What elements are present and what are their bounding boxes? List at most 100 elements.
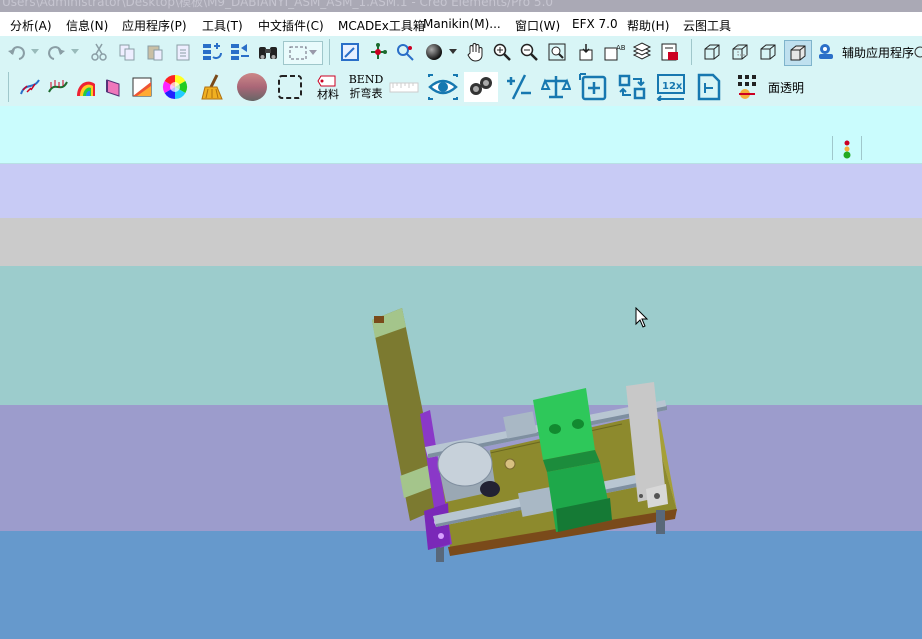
scissors-icon (91, 43, 107, 61)
repaint-button[interactable] (338, 41, 362, 63)
menu-efx[interactable]: EFX 7.0 (572, 17, 618, 31)
aux-apps-overflow-icon (914, 45, 922, 59)
undo-icon (8, 46, 25, 60)
bend-top-label: BEND (348, 73, 384, 86)
paste-button[interactable] (144, 42, 166, 62)
appearance-button[interactable] (422, 41, 446, 63)
grid-points-icon (738, 75, 756, 99)
reorient-button[interactable] (574, 41, 598, 63)
binoculars-icon (259, 47, 277, 59)
tolerance-button[interactable] (503, 72, 535, 102)
color-wheel-button[interactable] (160, 72, 190, 102)
menu-mcadex[interactable]: MCADEx工具箱 (338, 17, 425, 34)
redo-button[interactable] (44, 42, 68, 62)
curvature-button[interactable] (46, 74, 70, 100)
menu-cloud-tools[interactable]: 云图工具 (683, 17, 731, 34)
transparent-face-label[interactable]: 面透明 (768, 79, 804, 96)
orient-mode-button[interactable] (393, 41, 417, 63)
hand-icon (467, 43, 483, 62)
sphere-icon (426, 44, 442, 60)
aux-apps-button[interactable] (815, 41, 837, 63)
no-hidden-button[interactable] (756, 41, 780, 63)
balance-button[interactable] (540, 72, 572, 102)
wireframe-button[interactable] (700, 41, 724, 63)
chevron-down-icon (71, 49, 79, 54)
svg-text:AB: AB (616, 44, 625, 52)
mouse-pointer-icon (635, 307, 649, 328)
menu-chinese-plugin[interactable]: 中文插件(C) (258, 17, 324, 34)
menu-info[interactable]: 信息(N) (66, 17, 108, 34)
undo-dropdown[interactable] (30, 44, 40, 60)
traffic-light-icon (843, 140, 851, 159)
slope-analysis-icon (132, 77, 152, 97)
chevron-down-icon (309, 50, 317, 55)
glasses-button[interactable] (464, 72, 498, 102)
chevron-down-icon (31, 49, 39, 54)
material-label: 材料 (317, 87, 339, 101)
layers-icon (632, 42, 652, 60)
status-indicator[interactable] (838, 138, 856, 160)
bend-table-button[interactable]: BEND 折弯表 (348, 70, 384, 104)
regenerate-icon (203, 43, 222, 60)
zoom-in-button[interactable] (490, 41, 514, 63)
zoom-out-button[interactable] (517, 41, 541, 63)
refit-icon (548, 43, 566, 61)
add-component-button[interactable] (578, 72, 610, 102)
menu-window[interactable]: 窗口(W) (515, 17, 560, 34)
saved-views-button[interactable]: AB (602, 41, 626, 63)
selection-filter[interactable] (283, 41, 323, 65)
measure-button[interactable] (388, 74, 420, 100)
cut-button[interactable] (88, 42, 110, 62)
scale-ratio-button[interactable]: 12x (654, 72, 688, 102)
slope-analysis-button[interactable] (130, 74, 154, 100)
hidden-line-button[interactable] (728, 41, 752, 63)
appearance-dropdown[interactable] (448, 44, 458, 60)
surface-render-button[interactable] (235, 71, 269, 103)
toolbar-separator (691, 39, 692, 65)
select-box-button[interactable] (275, 72, 305, 102)
menu-help[interactable]: 帮助(H) (627, 17, 669, 34)
shading-button[interactable] (784, 40, 812, 66)
menu-manikin[interactable]: Manikin(M)... (423, 17, 501, 31)
visibility-button[interactable] (426, 72, 460, 102)
dashed-box-icon (278, 75, 302, 99)
material-button[interactable]: 材料 (312, 70, 344, 104)
curvature-icon (48, 80, 68, 93)
undo-button[interactable] (6, 42, 28, 62)
pan-button[interactable] (463, 41, 487, 63)
replace-button[interactable] (616, 72, 648, 102)
layers-button[interactable] (630, 41, 654, 63)
menu-tools[interactable]: 工具(T) (202, 17, 243, 34)
menu-applications[interactable]: 应用程序(P) (122, 17, 187, 34)
toolbar-separator (8, 72, 9, 102)
copy-button[interactable] (116, 42, 138, 62)
menu-analysis[interactable]: 分析(A) (10, 17, 52, 34)
shading-icon (790, 45, 806, 61)
shaded-curvature-button[interactable] (74, 74, 98, 100)
paste-special-button[interactable] (172, 42, 194, 62)
curve-analysis-button[interactable] (18, 74, 42, 100)
zoom-in-icon (493, 43, 511, 61)
graphics-viewport[interactable] (0, 164, 922, 639)
cleanup-button[interactable] (198, 72, 228, 102)
document-button[interactable] (694, 72, 724, 102)
ruler-icon (389, 82, 419, 93)
repaint-icon (341, 43, 359, 61)
draft-analysis-icon (106, 79, 120, 97)
replace-icon (618, 74, 646, 100)
assembly-model[interactable] (0, 164, 922, 639)
aux-apps-label[interactable]: 辅助应用程序 (842, 44, 914, 61)
wireframe-icon (704, 44, 720, 60)
view-manager-button[interactable] (658, 41, 682, 63)
find-button[interactable] (256, 41, 280, 63)
regenerate-manager-button[interactable] (228, 41, 252, 63)
menu-bar: 分析(A) 信息(N) 应用程序(P) 工具(T) 中文插件(C) MCADEx… (0, 12, 922, 36)
copy-icon (119, 44, 135, 61)
redo-dropdown[interactable] (70, 44, 80, 60)
grid-points-button[interactable] (733, 72, 763, 102)
draft-analysis-button[interactable] (102, 74, 126, 100)
refit-button[interactable] (545, 41, 569, 63)
regenerate-button[interactable] (200, 41, 224, 63)
zoom-out-icon (520, 43, 538, 61)
spin-center-button[interactable] (366, 41, 390, 63)
